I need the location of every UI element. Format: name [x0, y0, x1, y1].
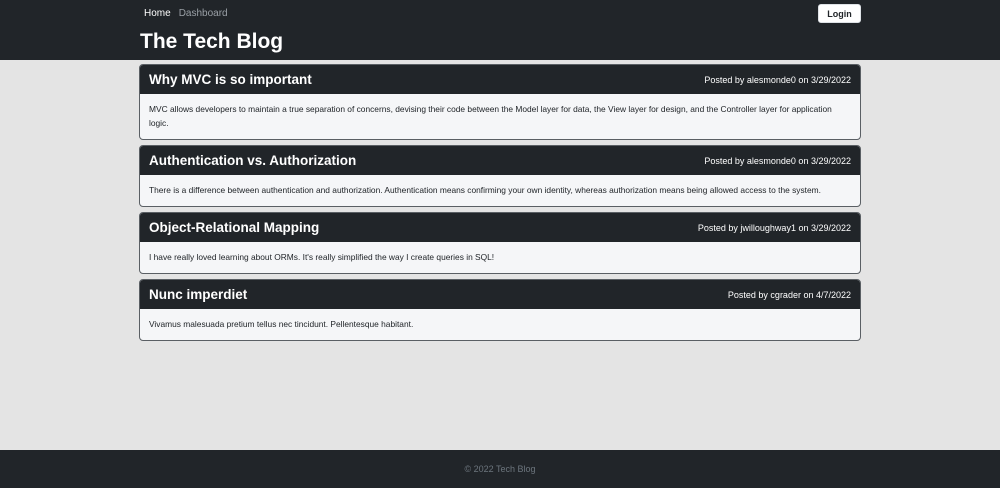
site-title: The Tech Blog — [140, 30, 284, 53]
footer-copyright: © 2022 Tech Blog — [464, 464, 536, 474]
nav-dashboard-link[interactable]: Dashboard — [179, 8, 228, 19]
post-card: Authentication vs. Authorization Posted … — [139, 145, 861, 207]
post-meta: Posted by jwilloughway1 on 3/29/2022 — [697, 222, 851, 233]
page-footer: © 2022 Tech Blog — [0, 450, 1000, 488]
post-header: Why MVC is so important Posted by alesmo… — [140, 65, 860, 94]
post-card: Why MVC is so important Posted by alesmo… — [139, 64, 861, 140]
top-header: Home Dashboard Login The Tech Blog — [0, 0, 1000, 60]
post-title[interactable]: Object-Relational Mapping — [149, 220, 319, 235]
login-button[interactable]: Login — [818, 4, 861, 23]
post-list: Why MVC is so important Posted by alesmo… — [139, 64, 861, 341]
post-meta: Posted by alesmonde0 on 3/29/2022 — [704, 155, 851, 166]
post-title[interactable]: Why MVC is so important — [149, 72, 312, 87]
post-card: Nunc imperdiet Posted by cgrader on 4/7/… — [139, 279, 861, 341]
post-body: I have really loved learning about ORMs.… — [149, 252, 495, 262]
post-body: Vivamus malesuada pretium tellus nec tin… — [149, 319, 414, 329]
post-body: MVC allows developers to maintain a true… — [149, 104, 832, 128]
post-body: There is a difference between authentica… — [149, 185, 821, 195]
nav-home-link[interactable]: Home — [144, 8, 171, 19]
post-card: Object-Relational Mapping Posted by jwil… — [139, 212, 861, 274]
post-meta: Posted by cgrader on 4/7/2022 — [727, 289, 851, 300]
post-title[interactable]: Nunc imperdiet — [149, 287, 247, 302]
post-header: Authentication vs. Authorization Posted … — [140, 146, 860, 175]
main-nav: Home Dashboard — [144, 8, 228, 19]
post-meta: Posted by alesmonde0 on 3/29/2022 — [704, 74, 851, 85]
post-header: Nunc imperdiet Posted by cgrader on 4/7/… — [140, 280, 860, 309]
post-title[interactable]: Authentication vs. Authorization — [149, 153, 356, 168]
post-header: Object-Relational Mapping Posted by jwil… — [140, 213, 860, 242]
